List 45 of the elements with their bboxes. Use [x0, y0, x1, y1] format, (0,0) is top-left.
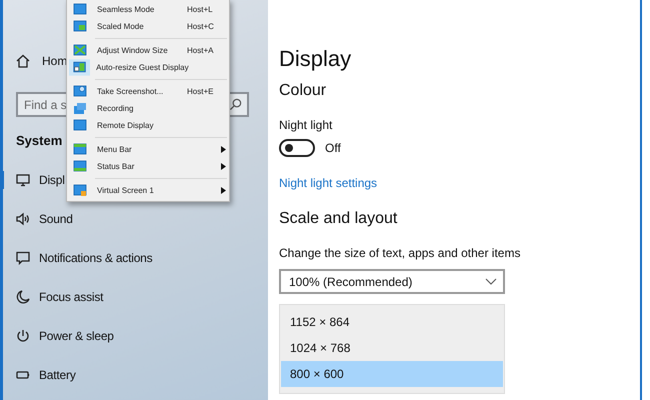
search-icon[interactable]: [229, 98, 242, 111]
menu-item[interactable]: Remote Display: [97, 120, 187, 130]
menu-item[interactable]: Recording: [97, 104, 187, 114]
section-heading: Scale and layout: [279, 210, 398, 228]
nav-item[interactable]: Battery: [39, 368, 76, 382]
page-title: Display: [279, 46, 352, 72]
toggle-switch[interactable]: [279, 139, 315, 157]
toggle-state: Off: [325, 141, 341, 155]
setting-label: Change the size of text, apps and other items: [279, 246, 522, 260]
moon-icon: [16, 290, 30, 304]
nav-item[interactable]: Sound: [39, 212, 73, 226]
menu-item[interactable]: Take Screenshot...: [97, 86, 187, 96]
menu-item[interactable]: Scaled Mode: [97, 22, 187, 32]
menu-item[interactable]: Menu Bar: [97, 144, 187, 154]
submenu-arrow-icon: [220, 146, 226, 153]
message-icon: [16, 250, 30, 264]
shortcut-text: Host+A: [187, 46, 214, 56]
speaker-icon: [16, 212, 30, 226]
submenu-arrow-icon: [220, 187, 226, 194]
shortcut-text: Host+E: [187, 86, 214, 96]
submenu-arrow-icon: [220, 163, 226, 170]
section-heading: System: [16, 133, 62, 150]
menu-item[interactable]: Auto-resize Guest Display: [96, 62, 189, 72]
setting-label: Night light: [279, 118, 334, 132]
home-icon: [16, 54, 30, 68]
list-option[interactable]: 800 × 600: [281, 361, 503, 387]
list-option[interactable]: 1024 × 768: [281, 335, 503, 361]
nav-item[interactable]: Displ: [39, 172, 65, 186]
nav-item[interactable]: Focus assist: [39, 290, 104, 304]
menu-item[interactable]: Adjust Window Size: [97, 46, 187, 56]
scale-dropdown[interactable]: 100% (Recommended): [279, 269, 505, 294]
nav-item[interactable]: Notifications & actions: [39, 250, 152, 264]
shortcut-text: Host+C: [187, 22, 215, 32]
nav-item[interactable]: Power & sleep: [39, 328, 114, 342]
monitor-icon: [16, 172, 30, 186]
chevron-down-icon: [485, 278, 497, 286]
section-heading: Colour: [279, 82, 328, 100]
menu-item[interactable]: Status Bar: [97, 162, 187, 172]
menu-item[interactable]: Virtual Screen 1: [97, 186, 187, 196]
shortcut-text: Host+L: [187, 4, 214, 14]
power-icon: [16, 328, 30, 342]
settings-link[interactable]: Night light settings: [279, 176, 378, 190]
home-link[interactable]: Hom: [42, 54, 68, 68]
menu-item[interactable]: Seamless Mode: [97, 4, 187, 14]
list-option[interactable]: 1152 × 864: [281, 309, 503, 335]
